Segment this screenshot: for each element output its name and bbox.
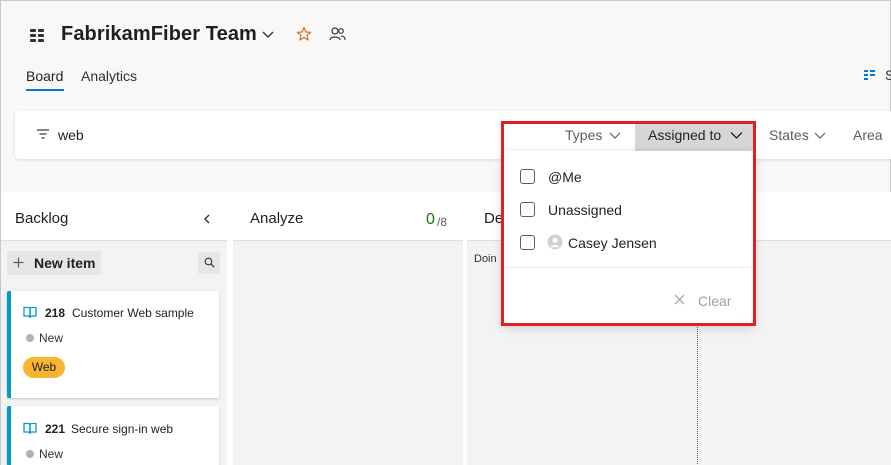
active-tab-indicator (26, 89, 64, 91)
settings-label-partial[interactable]: S (885, 67, 891, 83)
analyze-wip-count: 0 (426, 211, 435, 228)
search-icon (204, 257, 215, 268)
tag-badge[interactable]: Web (23, 357, 65, 378)
split-column-divider (697, 323, 698, 465)
team-board-icon (30, 29, 44, 42)
work-item-id[interactable]: 218 (45, 306, 65, 320)
team-members-icon[interactable] (329, 26, 346, 42)
filter-icon (37, 129, 49, 139)
filter-keyword-input[interactable]: web (58, 127, 84, 143)
backlog-column-title: Backlog (15, 210, 69, 227)
work-item-id[interactable]: 221 (45, 422, 65, 436)
states-filter[interactable]: States (769, 127, 809, 143)
highlight-annotation (501, 121, 756, 326)
work-item-title[interactable]: Secure sign-in web (71, 422, 173, 436)
tab-board[interactable]: Board (26, 68, 63, 84)
tab-analytics[interactable]: Analytics (81, 68, 137, 84)
work-item-title[interactable]: Customer Web sample (72, 306, 194, 320)
chevron-left-icon[interactable] (202, 214, 212, 224)
analyze-column-title: Analyze (250, 210, 304, 227)
plus-icon (13, 257, 24, 268)
state-dot (26, 450, 34, 458)
favorite-star-icon[interactable] (296, 26, 312, 42)
team-title[interactable]: FabrikamFiber Team (61, 23, 257, 46)
analyze-wip-limit: /8 (437, 215, 448, 229)
doing-sublabel: Doin (474, 253, 497, 265)
area-filter[interactable]: Area (853, 127, 883, 143)
work-item-state: New (39, 447, 64, 461)
work-item-state: New (39, 331, 64, 345)
user-story-icon (23, 306, 37, 318)
filter-bar (15, 111, 891, 159)
chevron-down-icon[interactable] (261, 28, 275, 42)
chevron-down-icon[interactable] (814, 129, 826, 141)
analyze-column (233, 241, 463, 465)
state-dot (26, 334, 34, 342)
board-settings-icon[interactable] (863, 68, 877, 82)
user-story-icon (23, 422, 37, 434)
new-item-label[interactable]: New item (34, 255, 95, 271)
